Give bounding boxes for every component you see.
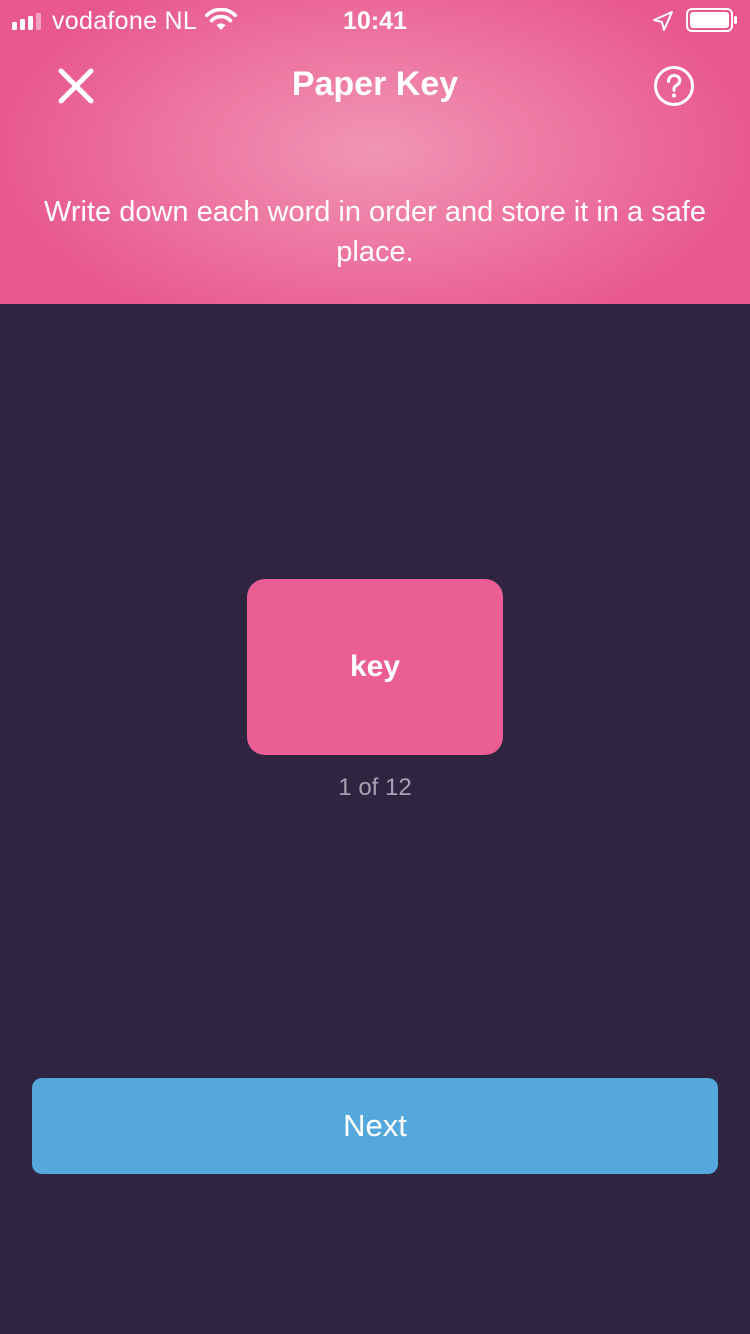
word-counter: 1 of 12 — [338, 774, 412, 801]
next-button-label: Next — [343, 1108, 407, 1143]
help-button[interactable] — [652, 64, 696, 108]
status-time: 10:41 — [343, 7, 407, 35]
location-arrow-icon — [653, 11, 673, 31]
status-bar: vodafone NL 10:41 — [0, 0, 750, 40]
battery-icon — [686, 8, 737, 32]
next-button[interactable]: Next — [32, 1078, 718, 1174]
page-title: Paper Key — [291, 65, 459, 103]
help-icon — [654, 66, 694, 106]
paper-key-screen: vodafone NL 10:41 Paper Key Write down e… — [0, 0, 750, 1334]
paper-key-word: key — [349, 650, 401, 683]
header: vodafone NL 10:41 Paper Key Write down e… — [0, 0, 750, 304]
word-card: key — [247, 579, 503, 755]
instructions-text: Write down each word in order and store … — [44, 196, 706, 268]
